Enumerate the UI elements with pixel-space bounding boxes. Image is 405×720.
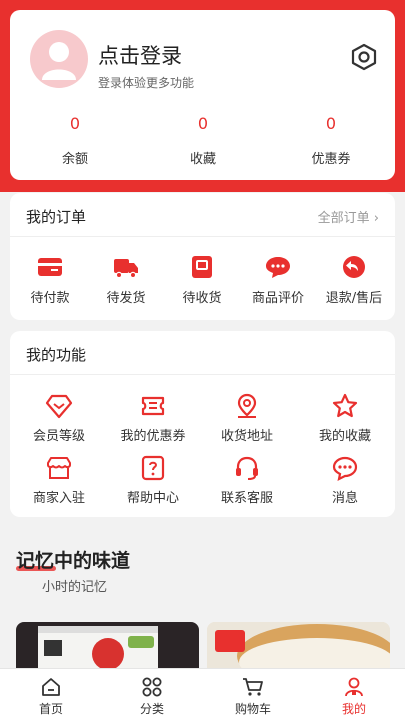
- orders-card: 我的订单 全部订单 › 待付款 待发货 待收货 商品评价 退款/售后: [10, 193, 395, 320]
- tab-label: 我的: [341, 702, 366, 716]
- store-icon: [45, 455, 73, 481]
- package-icon: [189, 255, 215, 279]
- func-help[interactable]: 帮助中心: [108, 455, 198, 506]
- favorites-value: 0: [197, 114, 209, 133]
- func-merchant[interactable]: 商家入驻: [14, 455, 104, 506]
- order-item-label: 商品评价: [251, 291, 304, 306]
- message-icon: [331, 455, 359, 481]
- func-messages[interactable]: 消息: [300, 455, 390, 506]
- stat-favorites[interactable]: 0 收藏: [155, 114, 251, 167]
- bottom-tab-bar: 首页 分类 购物车 我的: [0, 668, 405, 720]
- functions-header: 我的功能: [10, 331, 395, 375]
- balance-label: 余额: [61, 152, 88, 167]
- func-item-label: 商家入驻: [32, 491, 85, 506]
- tab-home[interactable]: 首页: [11, 677, 91, 717]
- stat-balance[interactable]: 0 余额: [27, 114, 123, 167]
- all-orders-link[interactable]: 全部订单 ›: [318, 207, 379, 226]
- tab-label: 分类: [139, 702, 164, 716]
- order-item-label: 待收货: [182, 291, 222, 306]
- order-item-label: 待发货: [106, 291, 146, 306]
- tab-cart[interactable]: 购物车: [213, 677, 293, 717]
- order-review[interactable]: 商品评价: [243, 255, 313, 306]
- category-icon: [141, 677, 163, 697]
- tab-mine[interactable]: 我的: [314, 677, 394, 717]
- login-button[interactable]: 点击登录: [98, 40, 182, 70]
- headset-icon: [233, 455, 261, 481]
- balance-value: 0: [69, 114, 81, 133]
- func-item-label: 我的优惠券: [120, 429, 186, 444]
- tab-category[interactable]: 分类: [112, 677, 192, 717]
- func-item-label: 我的收藏: [318, 429, 371, 444]
- refund-icon: [341, 255, 367, 279]
- func-item-label: 帮助中心: [126, 491, 179, 506]
- cart-icon: [242, 677, 264, 697]
- order-pending-receipt[interactable]: 待收货: [167, 255, 237, 306]
- func-item-label: 会员等级: [32, 429, 85, 444]
- location-icon: [233, 393, 261, 419]
- avatar[interactable]: [30, 30, 88, 88]
- func-item-label: 收货地址: [220, 429, 273, 444]
- order-pending-shipment[interactable]: 待发货: [91, 255, 161, 306]
- diamond-icon: [45, 393, 73, 419]
- avatar-icon: [42, 42, 76, 80]
- tab-label: 购物车: [234, 702, 271, 716]
- memory-section-title: 记忆中的味道: [16, 550, 131, 572]
- orders-header: 我的订单 全部订单 ›: [10, 193, 395, 237]
- func-item-label: 消息: [331, 491, 358, 506]
- func-customer-service[interactable]: 联系客服: [202, 455, 292, 506]
- order-pending-payment[interactable]: 待付款: [15, 255, 85, 306]
- coupons-label: 优惠券: [311, 152, 351, 167]
- func-favorites[interactable]: 我的收藏: [300, 393, 390, 444]
- user-icon: [343, 677, 365, 697]
- order-refund[interactable]: 退款/售后: [319, 255, 389, 306]
- orders-title: 我的订单: [26, 208, 87, 226]
- settings-icon[interactable]: [349, 42, 379, 72]
- wallet-icon: [37, 255, 63, 279]
- favorites-label: 收藏: [189, 152, 216, 167]
- comment-icon: [265, 255, 291, 279]
- func-membership[interactable]: 会员等级: [14, 393, 104, 444]
- truck-icon: [113, 255, 139, 279]
- functions-card: 我的功能 会员等级 我的优惠券 收货地址 我的收藏 商家入驻 帮助中心 联系客服…: [10, 331, 395, 517]
- help-icon: [139, 455, 167, 481]
- func-address[interactable]: 收货地址: [202, 393, 292, 444]
- login-subtitle: 登录体验更多功能: [98, 76, 195, 90]
- profile-card: 点击登录 登录体验更多功能 0 余额 0 收藏 0 优惠券: [10, 10, 395, 180]
- star-icon: [331, 393, 359, 419]
- tab-label: 首页: [38, 702, 63, 716]
- order-item-label: 待付款: [30, 291, 70, 306]
- home-icon: [40, 677, 62, 697]
- stat-coupons[interactable]: 0 优惠券: [283, 114, 379, 167]
- coupons-value: 0: [325, 114, 337, 133]
- ticket-icon: [139, 393, 167, 419]
- func-my-coupons[interactable]: 我的优惠券: [108, 393, 198, 444]
- memory-section-subtitle: 小时的记忆: [42, 580, 108, 595]
- functions-title: 我的功能: [26, 346, 87, 364]
- order-item-label: 退款/售后: [325, 291, 383, 306]
- func-item-label: 联系客服: [220, 491, 273, 506]
